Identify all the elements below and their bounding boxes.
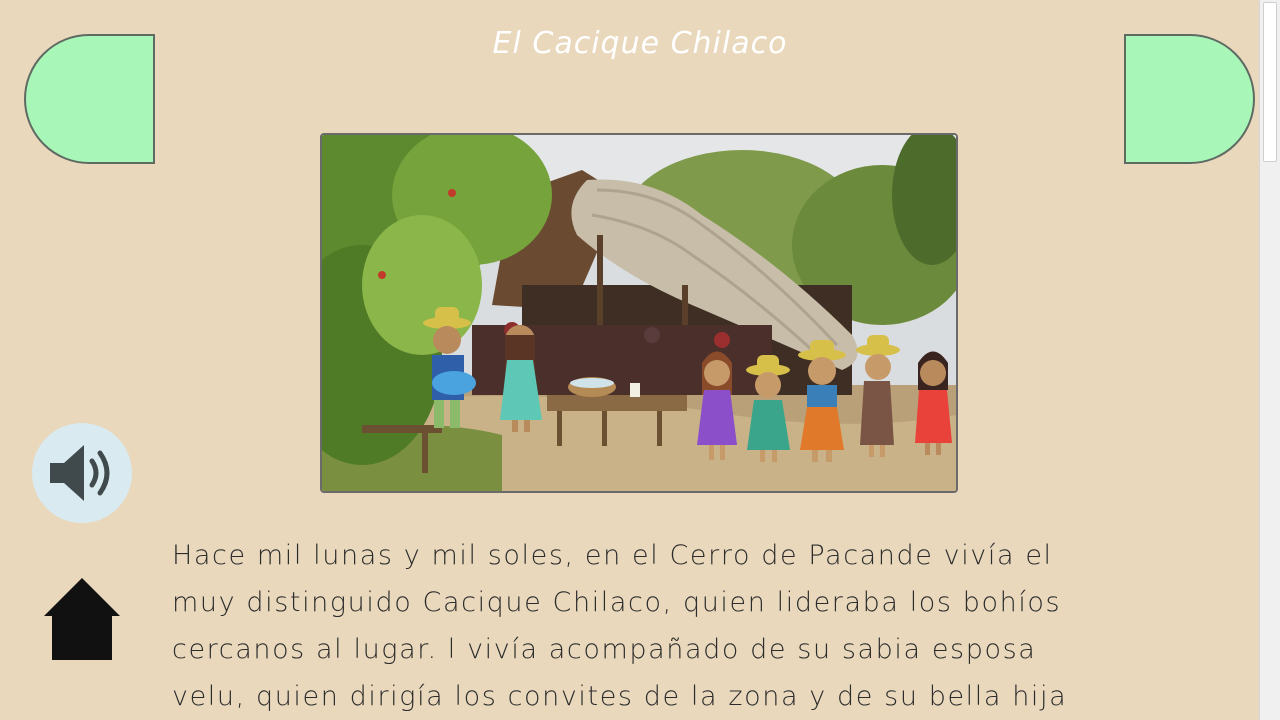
next-page-button[interactable]	[1124, 34, 1255, 164]
scrollbar[interactable]	[1259, 0, 1280, 720]
story-line: cercanos al lugar. l vivía acompañado de…	[172, 634, 1037, 665]
story-illustration	[320, 133, 958, 493]
story-line: Hace mil lunas y mil soles, en el Cerro …	[172, 540, 1053, 571]
audio-button[interactable]	[32, 423, 132, 523]
story-line: velu, quien dirigía los convites de la z…	[172, 681, 1068, 712]
home-button[interactable]	[42, 576, 122, 662]
page-title: El Cacique Chilaco	[492, 26, 788, 61]
previous-page-button[interactable]	[24, 34, 155, 164]
scrollbar-thumb[interactable]	[1263, 2, 1277, 162]
story-page: El Cacique Chilaco Hace mil lunas y mil …	[0, 0, 1280, 720]
speaker-icon	[50, 445, 110, 501]
house-icon	[44, 578, 120, 660]
story-line: muy distinguido Cacique Chilaco, quien l…	[172, 587, 1062, 618]
story-text: Hace mil lunas y mil soles, en el Cerro …	[172, 532, 1172, 720]
